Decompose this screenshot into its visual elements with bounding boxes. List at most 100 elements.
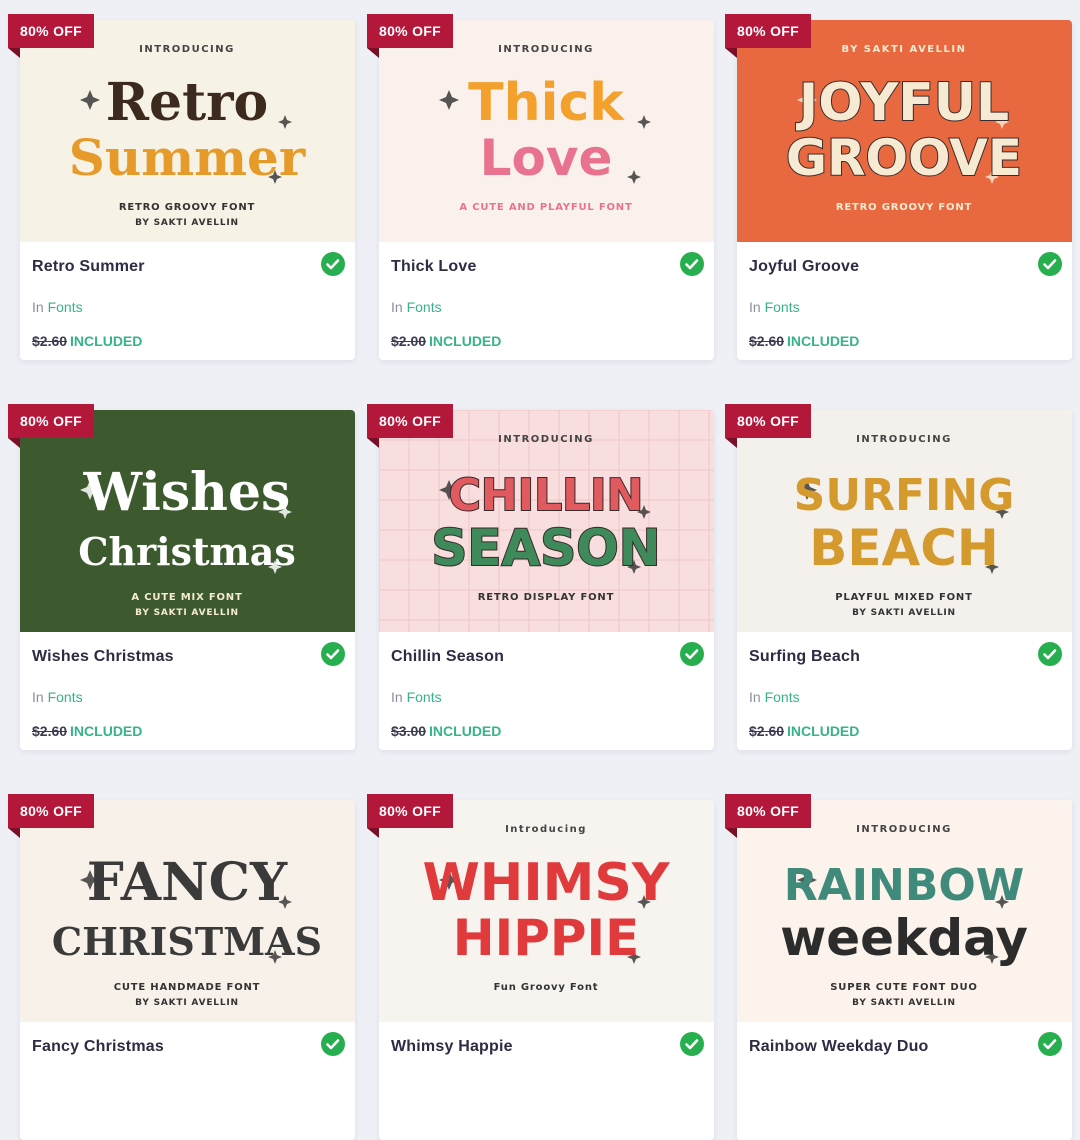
preview-sub1: PLAYFUL MIXED FONT	[835, 592, 972, 603]
preview-sub1: SUPER CUTE FONT DUO	[830, 982, 977, 993]
preview-intro-text: INTRODUCING	[856, 824, 952, 835]
check-circle-icon	[680, 642, 704, 666]
preview-sub2: BY SAKTI AVELLIN	[852, 608, 956, 618]
price-row: $2.00 INCLUDED	[391, 333, 501, 349]
price-row: $2.60 INCLUDED	[749, 333, 859, 349]
preview-line1: Thick	[468, 73, 625, 133]
preview-line1: CHILLIN	[449, 470, 644, 521]
preview-sub1: A CUTE MIX FONT	[131, 592, 242, 603]
font-preview-image[interactable]: FANCY CHRISTMAS CUTE HANDMADE FONT BY SAKTI…	[20, 800, 355, 1022]
included-label: INCLUDED	[787, 723, 860, 739]
product-card[interactable]: INTRODUCING Thick Love A CUTE AND PLAYFUL F…	[367, 14, 714, 360]
price-row: $2.60 INCLUDED	[32, 723, 142, 739]
preview-line2: GROOVE	[786, 129, 1022, 187]
font-preview-image[interactable]: Wishes Christmas A CUTE MIX FONT BY SAKTI A…	[20, 410, 355, 632]
included-label: INCLUDED	[787, 333, 860, 349]
check-circle-icon	[321, 1032, 345, 1056]
font-preview-image[interactable]: INTRODUCING SURFING BEACH PLAYFUL MIXED FON…	[737, 410, 1072, 632]
category-link[interactable]: Fonts	[48, 299, 83, 315]
category-link[interactable]: Fonts	[48, 689, 83, 705]
product-title[interactable]: Joyful Groove	[749, 258, 859, 276]
price-row: $2.60 INCLUDED	[749, 723, 859, 739]
discount-badge: 80% OFF	[8, 14, 95, 58]
font-preview-image[interactable]: INTRODUCING CHILLIN SEASON RETRO DISPLAY FO…	[379, 410, 714, 632]
old-price: $2.00	[391, 333, 427, 349]
font-preview-image[interactable]: INTRODUCING Thick Love A CUTE AND PLAYFUL F…	[379, 20, 714, 242]
preview-line1: Retro	[106, 72, 268, 133]
font-preview-image[interactable]: Introducing WHIMSY HIPPIE Fun Groovy Font	[379, 800, 714, 1022]
product-card[interactable]: INTRODUCING CHILLIN SEASON RETRO DISPLAY FO…	[367, 404, 714, 750]
check-circle-icon	[321, 642, 345, 666]
preview-sub2: BY SAKTI AVELLIN	[852, 998, 956, 1008]
category-link[interactable]: Fonts	[765, 299, 800, 315]
product-category: In Fonts	[749, 299, 800, 315]
product-title[interactable]: Wishes Christmas	[32, 648, 174, 666]
preview-line2: CHRISTMAS	[52, 919, 322, 964]
preview-sub2: BY SAKTI AVELLIN	[135, 218, 239, 228]
included-label: INCLUDED	[70, 723, 143, 739]
product-category: In Fonts	[391, 689, 442, 705]
font-preview-image[interactable]: BY SAKTI AVELLIN JOYFUL GROOVE RETRO GROOVY…	[737, 20, 1072, 242]
discount-badge: 80% OFF	[367, 794, 454, 838]
category-prefix: In	[32, 689, 44, 705]
product-card[interactable]: INTRODUCING RAINBOW weekday SUPER CUTE FONT…	[725, 794, 1072, 1140]
preview-line2: SEASON	[431, 519, 660, 577]
font-preview-image[interactable]: INTRODUCING RAINBOW weekday SUPER CUTE FONT…	[737, 800, 1072, 1022]
included-label: INCLUDED	[70, 333, 143, 349]
check-circle-icon	[1038, 642, 1062, 666]
font-preview-image[interactable]: INTRODUCING Retro Summer RETRO GROOVY FONT B…	[20, 20, 355, 242]
preview-line2: weekday	[780, 909, 1028, 967]
product-title[interactable]: Rainbow Weekday Duo	[749, 1038, 929, 1056]
included-label: INCLUDED	[429, 333, 502, 349]
preview-line1: Wishes	[83, 462, 291, 523]
product-title[interactable]: Chillin Season	[391, 648, 504, 666]
preview-intro-text: INTRODUCING	[498, 44, 594, 55]
product-card[interactable]: Introducing WHIMSY HIPPIE Fun Groovy Font 80…	[367, 794, 714, 1140]
included-label: INCLUDED	[429, 723, 502, 739]
price-row	[391, 1113, 394, 1129]
preview-line1: FANCY	[87, 852, 288, 913]
preview-intro-text: Introducing	[505, 824, 587, 835]
discount-badge: 80% OFF	[725, 404, 812, 448]
old-price: $2.60	[749, 333, 785, 349]
product-title[interactable]: Surfing Beach	[749, 648, 860, 666]
preview-intro-text: INTRODUCING	[498, 434, 594, 445]
preview-sub1: Fun Groovy Font	[494, 982, 599, 993]
product-grid: INTRODUCING Retro Summer RETRO GROOVY FONT B…	[0, 0, 1080, 1140]
discount-badge: 80% OFF	[8, 404, 95, 448]
discount-badge: 80% OFF	[725, 794, 812, 838]
check-circle-icon	[1038, 1032, 1062, 1056]
category-prefix: In	[391, 689, 403, 705]
price-row: $3.00 INCLUDED	[391, 723, 501, 739]
preview-sub1: CUTE HANDMADE FONT	[114, 982, 261, 993]
category-prefix: In	[32, 299, 44, 315]
price-row	[32, 1113, 35, 1129]
category-link[interactable]: Fonts	[407, 689, 442, 705]
product-title[interactable]: Whimsy Happie	[391, 1038, 513, 1056]
product-title[interactable]: Retro Summer	[32, 258, 145, 276]
product-category: In Fonts	[32, 299, 83, 315]
check-circle-icon	[680, 252, 704, 276]
product-category: In Fonts	[749, 689, 800, 705]
category-link[interactable]: Fonts	[765, 689, 800, 705]
check-circle-icon	[321, 252, 345, 276]
old-price: $3.00	[391, 723, 427, 739]
preview-line2: Summer	[69, 128, 306, 187]
preview-line2: Love	[480, 129, 613, 187]
product-card[interactable]: INTRODUCING Retro Summer RETRO GROOVY FONT B…	[8, 14, 355, 360]
category-prefix: In	[749, 299, 761, 315]
price-row: $2.60 INCLUDED	[32, 333, 142, 349]
preview-line1: JOYFUL	[796, 73, 1009, 133]
old-price: $2.60	[749, 723, 785, 739]
old-price: $2.60	[32, 333, 68, 349]
product-card[interactable]: Wishes Christmas A CUTE MIX FONT BY SAKTI A…	[8, 404, 355, 750]
product-card[interactable]: BY SAKTI AVELLIN JOYFUL GROOVE RETRO GROOVY…	[725, 14, 1072, 360]
price-row	[749, 1113, 752, 1129]
category-link[interactable]: Fonts	[407, 299, 442, 315]
product-card[interactable]: INTRODUCING SURFING BEACH PLAYFUL MIXED FON…	[725, 404, 1072, 750]
product-title[interactable]: Thick Love	[391, 258, 477, 276]
preview-line1: RAINBOW	[784, 860, 1025, 911]
preview-intro-text: BY SAKTI AVELLIN	[842, 44, 967, 55]
product-title[interactable]: Fancy Christmas	[32, 1038, 164, 1056]
product-card[interactable]: FANCY CHRISTMAS CUTE HANDMADE FONT BY SAKTI…	[8, 794, 355, 1140]
